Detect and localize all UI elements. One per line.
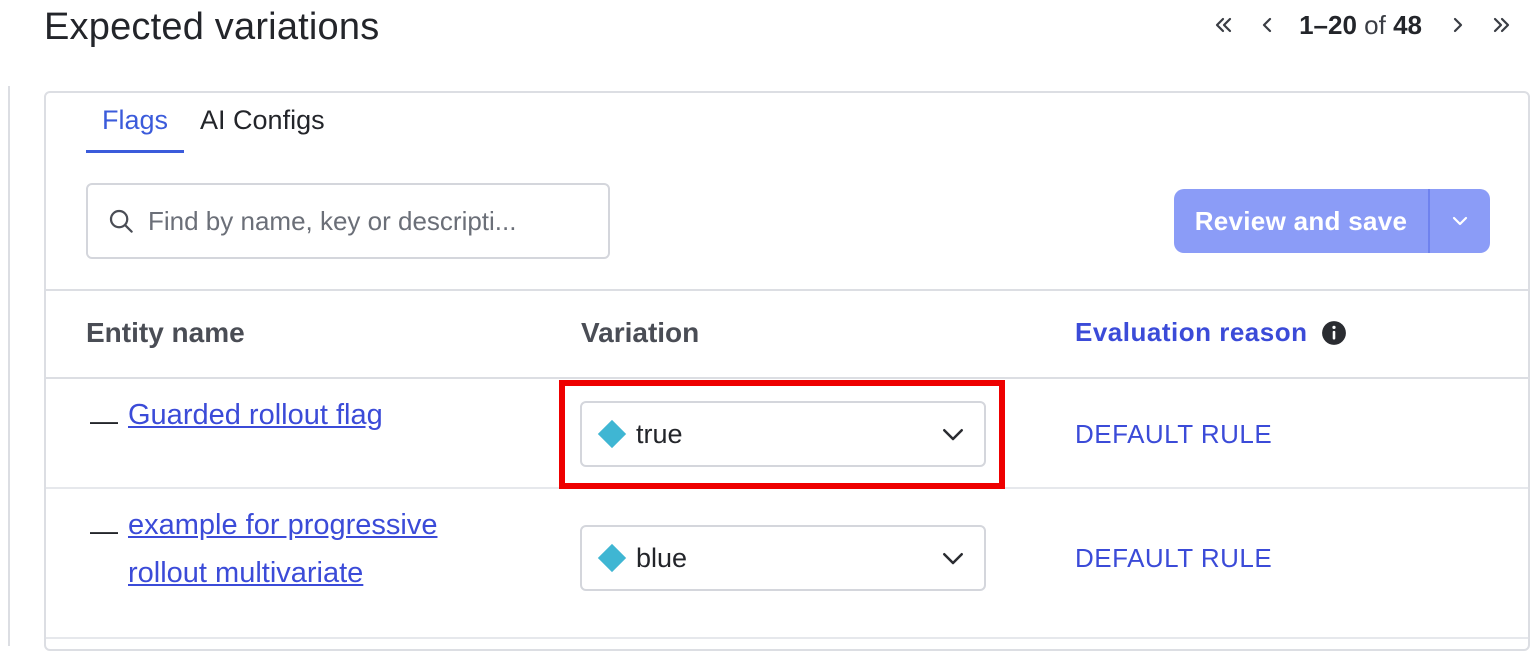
page-range-start-end: 1–20 [1299,9,1357,40]
variation-select[interactable]: true [580,401,986,467]
page-range-total: 48 [1393,9,1422,40]
next-page-button[interactable] [1436,6,1480,44]
variation-selected-value: true [636,418,683,449]
page-title: Expected variations [44,6,380,48]
variation-color-diamond-icon [597,419,627,449]
tab-ai-configs[interactable]: AI Configs [184,93,341,153]
left-panel-edge [0,86,10,646]
variation-selected-value: blue [636,542,688,573]
evaluation-reason-link[interactable]: DEFAULT RULE [1075,543,1272,574]
chevron-right-icon [1453,17,1463,33]
review-and-save-split-button: Review and save [1174,189,1490,253]
first-page-button[interactable] [1201,6,1245,44]
row-indent-dash: — [90,405,118,436]
review-and-save-button[interactable]: Review and save [1174,189,1428,253]
page-range-of: of [1364,9,1386,40]
column-header-evaluation-reason: Evaluation reason [1075,317,1347,348]
column-header-variation[interactable]: Variation [581,317,699,349]
table-header: Entity name Variation Evaluation reason [46,289,1528,379]
entity-name-link[interactable]: example for progressive rollout multivar… [128,501,508,597]
chevron-down-icon [938,419,968,449]
previous-page-button[interactable] [1245,6,1289,44]
evaluation-reason-link[interactable]: DEFAULT RULE [1075,419,1272,450]
variation-color-diamond-icon [597,543,627,573]
variation-select[interactable]: blue [580,525,986,591]
search-box[interactable] [86,183,610,259]
chevron-left-icon [1262,17,1272,33]
entity-name-link[interactable]: Guarded rollout flag [128,391,508,439]
last-page-button[interactable] [1480,6,1524,44]
row-indent-dash: — [90,515,118,546]
double-chevron-left-icon [1215,17,1232,33]
info-icon[interactable] [1321,320,1347,346]
column-header-evaluation-reason-label: Evaluation reason [1075,317,1308,347]
column-header-entity-name[interactable]: Entity name [86,317,245,349]
pagination: 1–20 of 48 [1201,6,1524,44]
chevron-down-icon [938,543,968,573]
table-row: — Guarded rollout flag true DEFAULT RULE [46,379,1528,489]
search-input[interactable] [146,204,586,238]
tab-flags[interactable]: Flags [86,93,185,153]
double-chevron-right-icon [1493,17,1510,33]
page-range: 1–20 of 48 [1299,10,1422,41]
table-row: — example for progressive rollout multiv… [46,489,1528,639]
review-options-button[interactable] [1430,189,1490,253]
tab-bar: Flags AI Configs [86,93,341,153]
chevron-down-icon [1452,216,1468,226]
search-icon [106,206,136,236]
variations-card: Flags AI Configs Review and save Entity … [44,91,1530,651]
